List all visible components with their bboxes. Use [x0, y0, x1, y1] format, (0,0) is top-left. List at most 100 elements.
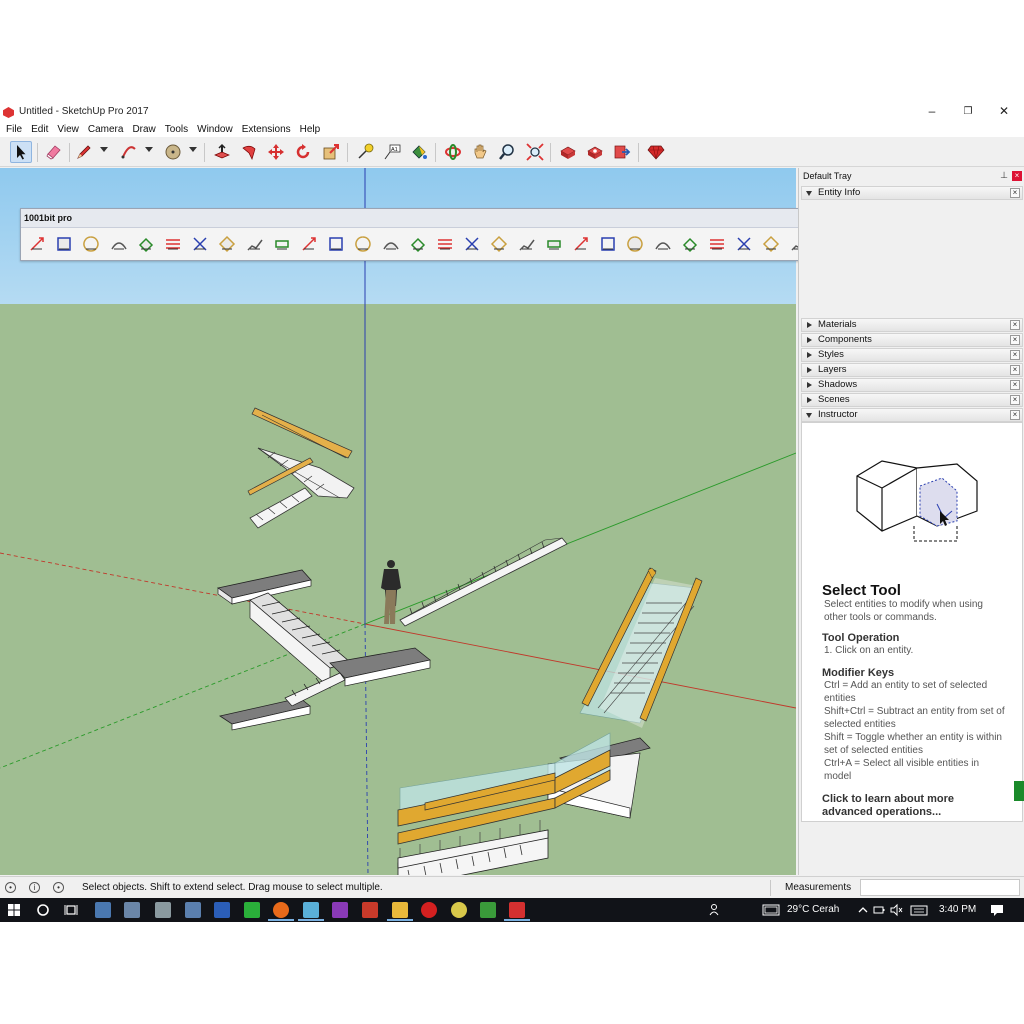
1001bit-tool-button[interactable]: [597, 233, 619, 255]
menu-view[interactable]: View: [57, 122, 79, 137]
panel-layers[interactable]: Layers ×: [801, 363, 1023, 377]
menu-window[interactable]: Window: [197, 122, 233, 137]
maximize-button[interactable]: ❐: [950, 103, 986, 122]
glass-balustrade-stair[interactable]: [397, 567, 703, 875]
close-button[interactable]: ✕: [986, 103, 1022, 122]
firefox-icon[interactable]: [273, 902, 289, 918]
notification-icon[interactable]: [990, 903, 1004, 917]
modeling-viewport[interactable]: [0, 168, 796, 875]
tray-close-icon[interactable]: ×: [1012, 171, 1022, 181]
menu-draw[interactable]: Draw: [132, 122, 155, 137]
opera-icon[interactable]: [421, 902, 437, 918]
file-explorer-icon[interactable]: [392, 902, 408, 918]
1001bit-tool-button[interactable]: [135, 233, 157, 255]
scale-tool-button[interactable]: [320, 141, 342, 163]
panel-close-icon[interactable]: ×: [1010, 350, 1020, 360]
1001bit-tool-button[interactable]: [488, 233, 510, 255]
panel-instructor[interactable]: Instructor ×: [801, 408, 1023, 422]
extension-warehouse-button[interactable]: [584, 141, 606, 163]
1001bit-tool-button[interactable]: [434, 233, 456, 255]
word-icon[interactable]: [214, 902, 230, 918]
1001bit-tool-button[interactable]: [325, 233, 347, 255]
push-pull-tool-button[interactable]: [211, 141, 233, 163]
1001bit-tool-button[interactable]: [352, 233, 374, 255]
shapes-tool-button[interactable]: [162, 141, 184, 163]
1001bit-tool-button[interactable]: [407, 233, 429, 255]
panel-entity-info[interactable]: Entity Info ×: [801, 186, 1023, 200]
3d-scene[interactable]: [0, 168, 796, 875]
task-view-icon[interactable]: [64, 903, 78, 917]
panel-close-icon[interactable]: ×: [1010, 335, 1020, 345]
1001bit-tool-button[interactable]: [679, 233, 701, 255]
1001bit-tool-button[interactable]: [244, 233, 266, 255]
panel-styles[interactable]: Styles ×: [801, 348, 1023, 362]
panel-close-icon[interactable]: ×: [1010, 365, 1020, 375]
scale-figure-person[interactable]: [381, 560, 401, 624]
1001bit-tool-button[interactable]: [189, 233, 211, 255]
menu-extensions[interactable]: Extensions: [242, 122, 291, 137]
panel-scenes[interactable]: Scenes ×: [801, 393, 1023, 407]
1001bit-tool-button[interactable]: [80, 233, 102, 255]
1001bit-tool-button[interactable]: [461, 233, 483, 255]
menu-camera[interactable]: Camera: [88, 122, 124, 137]
line-dropdown-chevron-down-icon[interactable]: [100, 147, 108, 152]
measurements-input[interactable]: [860, 879, 1020, 896]
user-account-icon[interactable]: •: [53, 882, 64, 893]
1001bit-tool-button[interactable]: [53, 233, 75, 255]
panel-close-icon[interactable]: ×: [1010, 395, 1020, 405]
text-tool-button[interactable]: A1: [381, 141, 403, 163]
follow-me-tool-button[interactable]: [238, 141, 260, 163]
taskbar-app-icon[interactable]: [362, 902, 378, 918]
shapes-dropdown-chevron-down-icon[interactable]: [189, 147, 197, 152]
l-shaped-stair[interactable]: [217, 569, 431, 731]
taskbar-app-icon[interactable]: [95, 902, 111, 918]
straight-stair[interactable]: [399, 537, 568, 627]
menu-file[interactable]: File: [6, 122, 22, 137]
battery-icon[interactable]: [872, 903, 886, 917]
weather-text[interactable]: 29°C Cerah: [787, 904, 839, 915]
1001bit-tool-button[interactable]: [108, 233, 130, 255]
1001bit-tool-button[interactable]: [760, 233, 782, 255]
panel-close-icon[interactable]: ×: [1010, 380, 1020, 390]
1001bit-tool-button[interactable]: [624, 233, 646, 255]
taskbar-app-icon[interactable]: [244, 902, 260, 918]
credits-info-icon[interactable]: i: [29, 882, 40, 893]
extension-manager-button[interactable]: [645, 141, 667, 163]
panel-components[interactable]: Components ×: [801, 333, 1023, 347]
panel-close-icon[interactable]: ×: [1010, 320, 1020, 330]
u-stair-with-handrail[interactable]: [247, 407, 355, 529]
orbit-tool-button[interactable]: [442, 141, 464, 163]
rotate-tool-button[interactable]: [292, 141, 314, 163]
menu-edit[interactable]: Edit: [31, 122, 48, 137]
learn-more-link[interactable]: Click to learn about more advanced opera…: [822, 793, 1002, 819]
side-tab-handle[interactable]: [1014, 781, 1024, 801]
1001bit-tool-button[interactable]: [298, 233, 320, 255]
pin-icon[interactable]: ⊥: [1000, 170, 1008, 181]
keyboard-icon[interactable]: [910, 903, 928, 917]
chevron-up-icon[interactable]: [856, 903, 870, 917]
1001bit-tool-button[interactable]: [543, 233, 565, 255]
panel-close-icon[interactable]: ×: [1010, 410, 1020, 420]
1001bit-tool-button[interactable]: [652, 233, 674, 255]
arc-dropdown-chevron-down-icon[interactable]: [145, 147, 153, 152]
send-to-layout-button[interactable]: [611, 141, 633, 163]
zoom-extents-tool-button[interactable]: [524, 141, 546, 163]
select-tool-button[interactable]: [10, 141, 32, 163]
calculator-icon[interactable]: [124, 902, 140, 918]
1001bit-tool-button[interactable]: [516, 233, 538, 255]
paint-bucket-tool-button[interactable]: [408, 141, 430, 163]
arc-tool-button[interactable]: [118, 141, 140, 163]
menu-tools[interactable]: Tools: [165, 122, 188, 137]
1001bit-tool-button[interactable]: [271, 233, 293, 255]
panel-shadows[interactable]: Shadows ×: [801, 378, 1023, 392]
eraser-tool-button[interactable]: [43, 141, 65, 163]
taskbar-app-icon[interactable]: [155, 902, 171, 918]
tape-measure-tool-button[interactable]: [354, 141, 376, 163]
1001bit-tool-button[interactable]: [26, 233, 48, 255]
taskbar-app-icon[interactable]: [185, 902, 201, 918]
taskbar-app-icon[interactable]: [451, 902, 467, 918]
3d-warehouse-button[interactable]: [557, 141, 579, 163]
people-icon[interactable]: [708, 903, 722, 917]
clock-time[interactable]: 3:40 PM: [939, 904, 976, 915]
1001bit-tool-button[interactable]: [380, 233, 402, 255]
